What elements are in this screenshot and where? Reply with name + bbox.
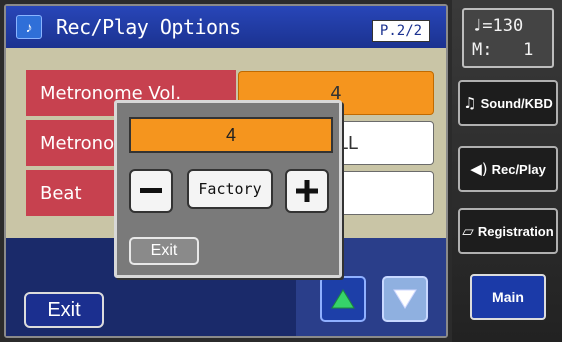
registration-label: Registration — [477, 223, 554, 239]
exit-button[interactable]: Exit — [24, 292, 104, 328]
value-edit-popup: 4 Factory Exit — [114, 100, 342, 278]
factory-reset-button[interactable]: Factory — [187, 169, 273, 209]
page-title: Rec/Play Options — [56, 15, 241, 39]
book-icon: ▱ — [462, 222, 474, 240]
popup-exit-button[interactable]: Exit — [129, 237, 199, 265]
main-screen: ♪ Rec/Play Options P.2/2 Metronome Vol. … — [4, 4, 448, 338]
title-bar: ♪ Rec/Play Options P.2/2 — [6, 6, 446, 48]
measure-readout: M: 1 — [472, 40, 534, 60]
sound-kbd-button[interactable]: ♫ Sound/KBD — [458, 80, 558, 126]
rec-play-label: Rec/Play — [491, 161, 546, 177]
triangle-down-icon — [393, 289, 417, 309]
decrement-button[interactable] — [129, 169, 173, 213]
increment-button[interactable] — [285, 169, 329, 213]
main-button[interactable]: Main — [470, 274, 546, 320]
registration-button[interactable]: ▱ Registration — [458, 208, 558, 254]
triangle-up-icon — [331, 289, 355, 309]
scroll-up-button[interactable] — [320, 276, 366, 322]
page-indicator[interactable]: P.2/2 — [372, 20, 430, 42]
popup-value-display: 4 — [129, 117, 333, 153]
minus-icon — [140, 188, 162, 193]
side-panel: ♩=130 M: 1 ♫ Sound/KBD ◀) Rec/Play ▱ Reg… — [452, 0, 562, 342]
rec-play-button[interactable]: ◀) Rec/Play — [458, 146, 558, 192]
speaker-icon: ◀) — [470, 160, 488, 178]
music-note-icon: ♫ — [463, 94, 477, 112]
tempo-readout: ♩=130 — [472, 16, 524, 36]
music-note-icon: ♪ — [16, 15, 42, 39]
scroll-down-button[interactable] — [382, 276, 428, 322]
tempo-display: ♩=130 M: 1 — [462, 8, 554, 68]
sound-kbd-label: Sound/KBD — [480, 95, 553, 111]
plus-icon — [296, 180, 318, 202]
